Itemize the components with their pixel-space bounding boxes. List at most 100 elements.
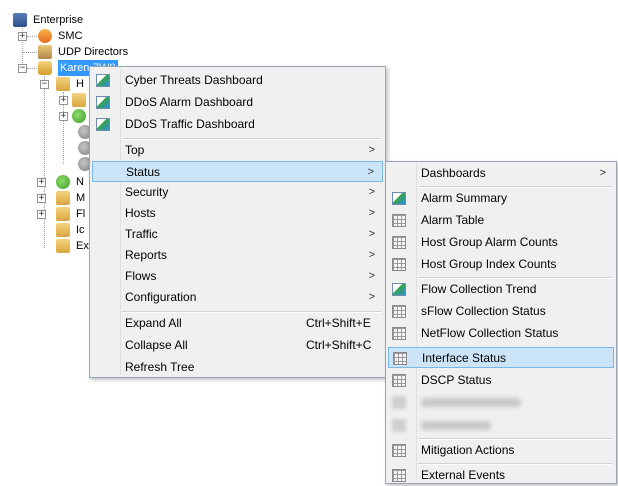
expand-toggle[interactable]: +: [59, 112, 68, 121]
tree-node-label: N: [76, 176, 84, 188]
menu-item-obscured[interactable]: [388, 392, 614, 413]
context-menu: Cyber Threats Dashboard DDoS Alarm Dashb…: [89, 66, 386, 378]
menu-item-label: Interface Status: [422, 351, 507, 365]
chevron-right-icon: >: [599, 167, 606, 179]
table-icon: [392, 327, 406, 340]
table-icon: [392, 469, 406, 482]
menu-item-expand-all[interactable]: Expand All Ctrl+Shift+E: [92, 313, 383, 334]
tree-node-m[interactable]: M: [56, 190, 85, 206]
menu-item-label: Mitigation Actions: [421, 443, 515, 457]
tree-connector: [44, 76, 45, 248]
tree-node-ic[interactable]: Ic: [56, 222, 85, 238]
tree-node-h[interactable]: H: [56, 76, 84, 92]
menu-item-label: Top: [125, 143, 145, 157]
menu-item-label: Refresh Tree: [125, 360, 195, 374]
tree-connector: [27, 36, 37, 37]
tree-node-label: Ic: [76, 224, 85, 236]
menu-item-label: Host Group Alarm Counts: [421, 235, 558, 249]
menu-item-netflow-collection-status[interactable]: NetFlow Collection Status: [388, 323, 614, 344]
menu-item-label: DDoS Traffic Dashboard: [125, 117, 255, 131]
menu-item-mitigation-actions[interactable]: Mitigation Actions: [388, 440, 614, 461]
expand-toggle[interactable]: +: [37, 194, 46, 203]
collapse-toggle[interactable]: −: [40, 80, 49, 89]
expand-toggle[interactable]: +: [37, 178, 46, 187]
domain-icon: [38, 61, 52, 75]
menu-item-ddos-alarm-dashboard[interactable]: DDoS Alarm Dashboard: [92, 92, 383, 113]
menu-item-alarm-table[interactable]: Alarm Table: [388, 210, 614, 231]
table-icon: [392, 258, 406, 271]
menu-item-flow-collection-trend[interactable]: Flow Collection Trend: [388, 279, 614, 300]
menu-item-dscp-status[interactable]: DSCP Status: [388, 370, 614, 391]
menu-item-host-group-alarm-counts[interactable]: Host Group Alarm Counts: [388, 232, 614, 253]
menu-item-label: Dashboards: [421, 166, 486, 180]
smc-icon: [38, 29, 52, 43]
menu-item-refresh-tree[interactable]: Refresh Tree: [92, 357, 383, 378]
menu-item-status[interactable]: Status >: [92, 161, 383, 182]
collapse-toggle[interactable]: −: [18, 64, 27, 73]
menu-item-reports[interactable]: Reports >: [92, 245, 383, 266]
menu-item-label: Host Group Index Counts: [421, 257, 557, 271]
shortcut-label: Ctrl+Shift+C: [306, 338, 372, 352]
table-icon: [393, 352, 407, 365]
menu-item-label: Alarm Summary: [421, 191, 508, 205]
table-icon: [392, 236, 406, 249]
menu-item-dashboards[interactable]: Dashboards >: [388, 163, 614, 184]
table-icon: [392, 305, 406, 318]
menu-item-label: Cyber Threats Dashboard: [125, 73, 263, 87]
expand-toggle[interactable]: +: [18, 32, 27, 41]
folder-icon: [56, 191, 70, 205]
menu-item-label: Security: [125, 185, 169, 199]
menu-item-label: Hosts: [125, 206, 156, 220]
obscured-label: [421, 421, 491, 430]
chevron-right-icon: >: [368, 144, 375, 156]
tree-node-ex[interactable]: Ex: [56, 238, 89, 254]
menu-item-external-events[interactable]: External Events: [388, 465, 614, 486]
tree-connector: [27, 68, 37, 69]
menu-item-obscured[interactable]: [388, 415, 614, 436]
udp-director-icon: [38, 45, 52, 59]
menu-item-label: External Events: [421, 468, 506, 482]
menu-item-label: sFlow Collection Status: [421, 304, 546, 318]
menu-item-label: Reports: [125, 248, 168, 262]
menu-item-interface-status[interactable]: Interface Status: [388, 347, 614, 368]
menu-item-collapse-all[interactable]: Collapse All Ctrl+Shift+C: [92, 335, 383, 356]
tree-node-label: H: [76, 78, 84, 90]
menu-item-sflow-collection-status[interactable]: sFlow Collection Status: [388, 301, 614, 322]
menu-item-label: Expand All: [125, 316, 182, 330]
obscured-label: [421, 398, 521, 407]
tree-node-udp-directors[interactable]: UDP Directors: [38, 44, 128, 60]
folder-icon: [56, 207, 70, 221]
expand-toggle[interactable]: +: [59, 96, 68, 105]
map-icon: [56, 175, 70, 189]
tree-node-label: UDP Directors: [58, 46, 129, 58]
menu-item-security[interactable]: Security >: [92, 182, 383, 203]
host-group-icon: [72, 109, 86, 123]
menu-item-hosts[interactable]: Hosts >: [92, 203, 383, 224]
enterprise-icon: [13, 13, 27, 27]
chevron-right-icon: >: [368, 207, 375, 219]
menu-item-label: Flow Collection Trend: [421, 282, 537, 296]
tree-node-fl[interactable]: Fl: [56, 206, 85, 222]
menu-item-configuration[interactable]: Configuration >: [92, 287, 383, 308]
menu-item-label: Alarm Table: [421, 213, 485, 227]
tree-node-smc[interactable]: SMC: [38, 28, 82, 44]
tree-node-label: Fl: [76, 208, 86, 220]
tree-node-n[interactable]: N: [56, 174, 84, 190]
chevron-right-icon: >: [368, 291, 375, 303]
menu-item-flows[interactable]: Flows >: [92, 266, 383, 287]
tree-node-enterprise[interactable]: Enterprise: [13, 12, 83, 28]
tree-node-label: Enterprise: [33, 14, 84, 26]
menu-item-ddos-traffic-dashboard[interactable]: DDoS Traffic Dashboard: [92, 114, 383, 135]
menu-item-cyber-threats-dashboard[interactable]: Cyber Threats Dashboard: [92, 70, 383, 91]
chart-icon: [96, 118, 110, 131]
menu-item-label: NetFlow Collection Status: [421, 326, 559, 340]
menu-item-alarm-summary[interactable]: Alarm Summary: [388, 188, 614, 209]
expand-toggle[interactable]: +: [37, 210, 46, 219]
menu-item-host-group-index-counts[interactable]: Host Group Index Counts: [388, 254, 614, 275]
menu-item-traffic[interactable]: Traffic >: [92, 224, 383, 245]
menu-item-top[interactable]: Top >: [92, 140, 383, 161]
shortcut-label: Ctrl+Shift+E: [306, 316, 371, 330]
menu-item-label: DDoS Alarm Dashboard: [125, 95, 254, 109]
menu-item-label: Configuration: [125, 290, 197, 304]
chevron-right-icon: >: [367, 166, 374, 178]
